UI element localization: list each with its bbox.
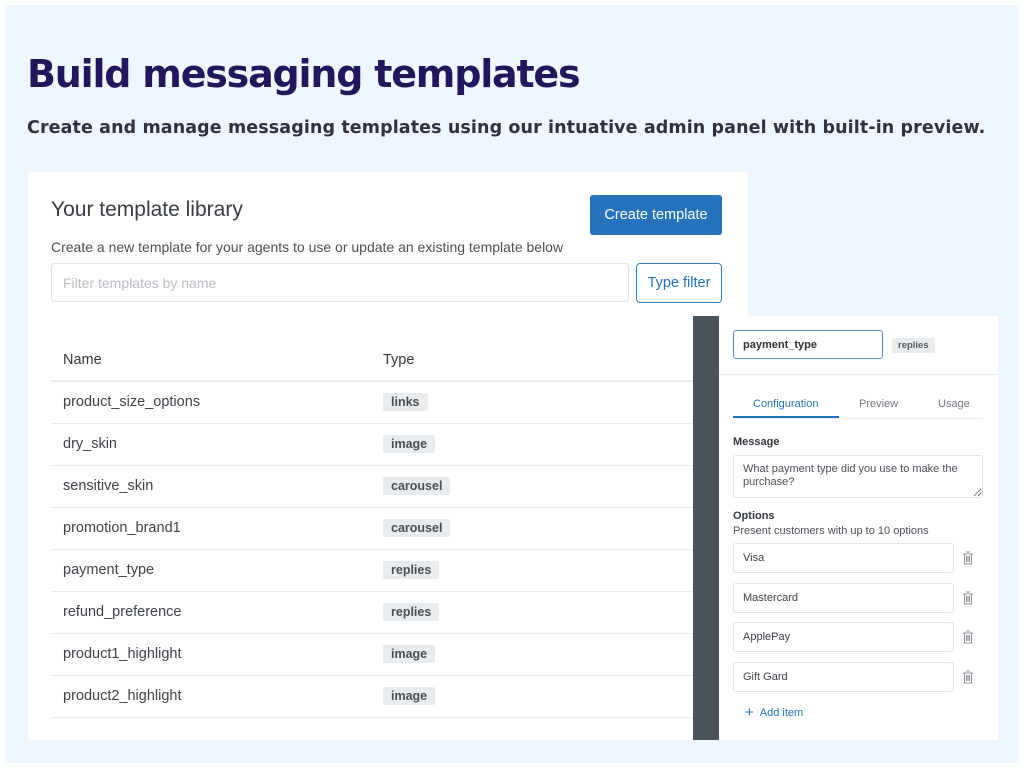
hero-subtitle: Create and manage messaging templates us…: [27, 118, 986, 138]
template-library-panel: Your template library Create template Cr…: [28, 172, 748, 740]
add-item-button[interactable]: + Add item: [745, 704, 803, 721]
template-name-cell: dry_skin: [63, 436, 117, 452]
template-type-badge: image: [383, 645, 436, 663]
type-filter-button[interactable]: Type filter: [636, 263, 722, 303]
table-row[interactable]: refund_preference replies: [51, 592, 711, 634]
table-row[interactable]: dry_skin image: [51, 424, 711, 466]
template-type-badge: replies: [892, 338, 935, 353]
library-description: Create a new template for your agents to…: [51, 239, 564, 255]
option-input[interactable]: [733, 622, 954, 652]
panel-divider: [693, 316, 719, 740]
create-template-button[interactable]: Create template: [590, 195, 722, 235]
table-row[interactable]: product_size_options links: [51, 382, 711, 424]
template-name-cell: sensitive_skin: [63, 478, 154, 494]
trash-icon[interactable]: [962, 630, 974, 644]
template-name-cell: product1_highlight: [63, 646, 182, 662]
template-type-badge: image: [383, 687, 436, 705]
template-name-input[interactable]: [733, 330, 883, 359]
table-row[interactable]: product1_highlight image: [51, 634, 711, 676]
template-name-cell: promotion_brand1: [63, 520, 181, 536]
add-item-label: Add item: [759, 707, 804, 719]
library-title: Your template library: [51, 198, 243, 221]
editor-tabs: Configuration Preview Usage: [733, 396, 983, 419]
template-type-badge: carousel: [383, 477, 451, 495]
divider: [719, 374, 998, 375]
template-type-badge: links: [383, 393, 428, 411]
table-row[interactable]: sensitive_skin carousel: [51, 466, 711, 508]
tab-preview[interactable]: Preview: [859, 398, 898, 410]
templates-table: Name Type product_size_options links dry_s…: [51, 342, 711, 718]
template-type-badge: replies: [383, 561, 440, 579]
column-header-name: Name: [63, 352, 102, 368]
table-row[interactable]: promotion_brand1 carousel: [51, 508, 711, 550]
option-input[interactable]: [733, 583, 954, 613]
trash-icon[interactable]: [962, 551, 974, 565]
table-row[interactable]: payment_type replies: [51, 550, 711, 592]
template-editor-panel: replies Configuration Preview Usage Mess…: [719, 316, 998, 740]
template-name-cell: product_size_options: [63, 394, 201, 410]
filter-templates-input[interactable]: [51, 263, 629, 302]
column-header-type: Type: [383, 352, 415, 368]
template-type-badge: replies: [383, 603, 440, 621]
trash-icon[interactable]: [962, 670, 974, 684]
template-type-badge: carousel: [383, 519, 451, 537]
options-help-text: Present customers with up to 10 options: [733, 525, 929, 537]
trash-icon[interactable]: [962, 591, 974, 605]
tab-usage[interactable]: Usage: [938, 398, 970, 410]
message-label: Message: [733, 436, 780, 448]
template-type-badge: image: [383, 435, 436, 453]
template-name-cell: payment_type: [63, 562, 155, 578]
plus-icon: +: [745, 704, 754, 721]
table-row[interactable]: product2_highlight image: [51, 676, 711, 718]
template-name-cell: product2_highlight: [63, 688, 182, 704]
option-input[interactable]: [733, 662, 954, 692]
message-textarea[interactable]: What payment type did you use to make th…: [733, 455, 983, 498]
hero-title: Build messaging templates: [27, 52, 581, 96]
active-tab-indicator: [733, 416, 839, 418]
table-header: Name Type: [51, 342, 711, 382]
tab-configuration[interactable]: Configuration: [753, 398, 818, 410]
options-label: Options: [733, 510, 775, 522]
option-input[interactable]: [733, 543, 954, 573]
template-name-cell: refund_preference: [63, 604, 182, 620]
